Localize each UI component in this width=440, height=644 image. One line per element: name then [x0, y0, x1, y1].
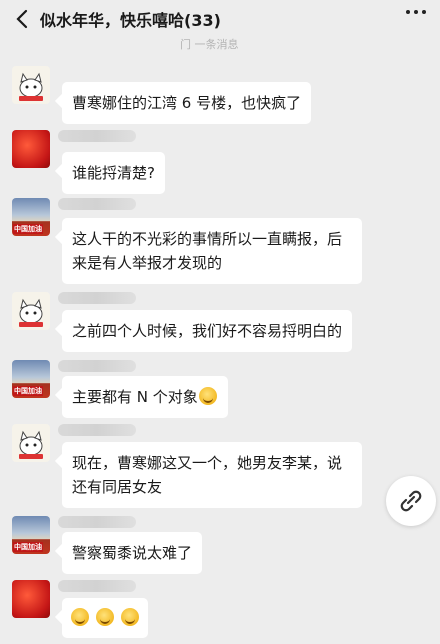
cat-avatar[interactable]	[12, 424, 50, 462]
top-nav-bar: 似水年华，快乐嘻哈(33)	[0, 0, 440, 40]
sender-name-blurred	[58, 130, 136, 142]
avatar-text: 中国加油	[13, 542, 43, 552]
sender-name-blurred	[58, 292, 136, 304]
message-bubble[interactable]: 曹寒娜住的江湾 6 号楼，也快疯了	[62, 82, 312, 124]
message-bubble[interactable]: 警察蜀黍说太难了	[62, 532, 203, 574]
message-line: 现在，曹寒娜这又一个，她男友李某，说	[72, 454, 343, 472]
grin-emoji-icon	[95, 608, 114, 626]
sender-name-blurred	[58, 424, 136, 436]
system-notice: 门 一条消息	[180, 38, 239, 51]
grin-emoji-icon	[120, 608, 139, 626]
flag-avatar[interactable]: 中国加油	[12, 198, 50, 236]
back-arrow-icon[interactable]	[12, 8, 34, 30]
more-options-icon[interactable]	[406, 10, 426, 14]
red-avatar[interactable]	[12, 130, 50, 168]
chat-title: 似水年华，快乐嘻哈(33)	[40, 11, 221, 30]
message-bubble[interactable]: 这人干的不光彩的事情所以一直瞒报，后 来是有人举报才发现的	[62, 218, 362, 284]
sender-name-blurred	[58, 516, 136, 528]
flag-avatar[interactable]: 中国加油	[12, 360, 50, 398]
message-bubble[interactable]: 谁能捋清楚?	[62, 152, 165, 194]
cat-icon	[19, 72, 43, 101]
avatar-text: 中国加油	[13, 386, 43, 396]
message-bubble[interactable]: 现在，曹寒娜这又一个，她男友李某，说 还有同居女友	[62, 442, 362, 508]
message-bubble[interactable]	[62, 598, 148, 638]
cat-avatar[interactable]	[12, 292, 50, 330]
message-line: 还有同居女友	[72, 478, 163, 496]
avatar-text: 中国加油	[13, 224, 43, 234]
link-button[interactable]	[386, 476, 436, 526]
flag-avatar[interactable]: 中国加油	[12, 516, 50, 554]
sender-name-blurred	[58, 360, 136, 372]
message-bubble[interactable]: 主要都有 N 个对象	[62, 376, 228, 418]
red-avatar[interactable]	[12, 580, 50, 618]
message-line: 来是有人举报才发现的	[72, 254, 223, 272]
message-line: 这人干的不光彩的事情所以一直瞒报，后	[72, 230, 343, 248]
grin-emoji-icon	[71, 608, 89, 626]
sender-name-blurred	[58, 580, 136, 592]
cat-icon	[19, 298, 43, 327]
message-bubble[interactable]: 之前四个人时候，我们好不容易捋明白的	[62, 310, 353, 352]
link-icon	[400, 490, 422, 512]
cat-avatar[interactable]	[12, 66, 50, 104]
cat-icon	[19, 430, 43, 459]
message-text: 主要都有 N 个对象	[72, 388, 198, 406]
laugh-emoji-icon	[198, 387, 217, 405]
sender-name-blurred	[58, 198, 136, 210]
